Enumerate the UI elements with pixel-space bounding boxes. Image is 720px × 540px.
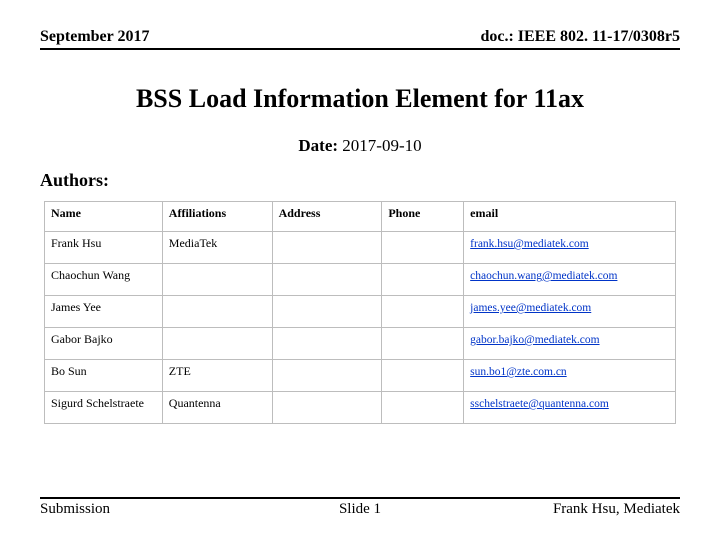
- email-link[interactable]: james.yee@mediatek.com: [470, 302, 591, 314]
- cell-affil: [162, 264, 272, 296]
- date-label: Date:: [298, 136, 338, 155]
- cell-phone: [382, 360, 464, 392]
- cell-phone: [382, 264, 464, 296]
- date-value: 2017-09-10: [342, 136, 421, 155]
- header-doc-id: doc.: IEEE 802. 11-17/0308r5: [480, 28, 680, 46]
- cell-affil: MediaTek: [162, 232, 272, 264]
- cell-affil: [162, 296, 272, 328]
- header-date: September 2017: [40, 28, 149, 46]
- table-row: Sigurd SchelstraeteQuantenna sschelstraet…: [45, 392, 676, 424]
- cell-addr: [272, 232, 382, 264]
- email-link[interactable]: frank.hsu@mediatek.com: [470, 238, 589, 250]
- th-name: Name: [45, 202, 163, 232]
- cell-email: sun.bo1@zte.com.cn: [464, 360, 676, 392]
- footer: Slide 1 Submission Frank Hsu, Mediatek: [40, 497, 680, 518]
- table-body: Frank HsuMediaTek frank.hsu@mediatek.com C…: [45, 232, 676, 424]
- cell-email: gabor.bajko@mediatek.com: [464, 328, 676, 360]
- cell-name: Bo Sun: [45, 360, 163, 392]
- footer-right: Frank Hsu, Mediatek: [553, 501, 680, 518]
- authors-label: Authors:: [40, 170, 680, 191]
- th-affil: Affiliations: [162, 202, 272, 232]
- cell-addr: [272, 392, 382, 424]
- table-row: Frank HsuMediaTek frank.hsu@mediatek.com: [45, 232, 676, 264]
- table-row: Bo SunZTE sun.bo1@zte.com.cn: [45, 360, 676, 392]
- cell-name: Chaochun Wang: [45, 264, 163, 296]
- cell-email: sschelstraete@quantenna.com: [464, 392, 676, 424]
- header: September 2017 doc.: IEEE 802. 11-17/030…: [40, 28, 680, 50]
- page-title: BSS Load Information Element for 11ax: [40, 84, 680, 114]
- date-line: Date: 2017-09-10: [40, 136, 680, 156]
- cell-phone: [382, 392, 464, 424]
- cell-email: chaochun.wang@mediatek.com: [464, 264, 676, 296]
- cell-name: Sigurd Schelstraete: [45, 392, 163, 424]
- authors-table: Name Affiliations Address Phone email Fr…: [44, 201, 676, 424]
- cell-affil: Quantenna: [162, 392, 272, 424]
- cell-email: james.yee@mediatek.com: [464, 296, 676, 328]
- cell-addr: [272, 264, 382, 296]
- footer-left: Submission: [40, 501, 110, 518]
- cell-affil: [162, 328, 272, 360]
- cell-phone: [382, 296, 464, 328]
- cell-email: frank.hsu@mediatek.com: [464, 232, 676, 264]
- table-row: James Yee james.yee@mediatek.com: [45, 296, 676, 328]
- email-link[interactable]: gabor.bajko@mediatek.com: [470, 334, 599, 346]
- th-email: email: [464, 202, 676, 232]
- th-phone: Phone: [382, 202, 464, 232]
- th-addr: Address: [272, 202, 382, 232]
- cell-addr: [272, 328, 382, 360]
- cell-addr: [272, 360, 382, 392]
- table-row: Gabor Bajko gabor.bajko@mediatek.com: [45, 328, 676, 360]
- footer-rule: [40, 497, 680, 499]
- email-link[interactable]: chaochun.wang@mediatek.com: [470, 270, 617, 282]
- cell-name: Frank Hsu: [45, 232, 163, 264]
- cell-addr: [272, 296, 382, 328]
- cell-phone: [382, 328, 464, 360]
- table-row: Chaochun Wang chaochun.wang@mediatek.com: [45, 264, 676, 296]
- cell-affil: ZTE: [162, 360, 272, 392]
- email-link[interactable]: sschelstraete@quantenna.com: [470, 398, 609, 410]
- cell-name: Gabor Bajko: [45, 328, 163, 360]
- email-link[interactable]: sun.bo1@zte.com.cn: [470, 366, 567, 378]
- cell-phone: [382, 232, 464, 264]
- table-header-row: Name Affiliations Address Phone email: [45, 202, 676, 232]
- cell-name: James Yee: [45, 296, 163, 328]
